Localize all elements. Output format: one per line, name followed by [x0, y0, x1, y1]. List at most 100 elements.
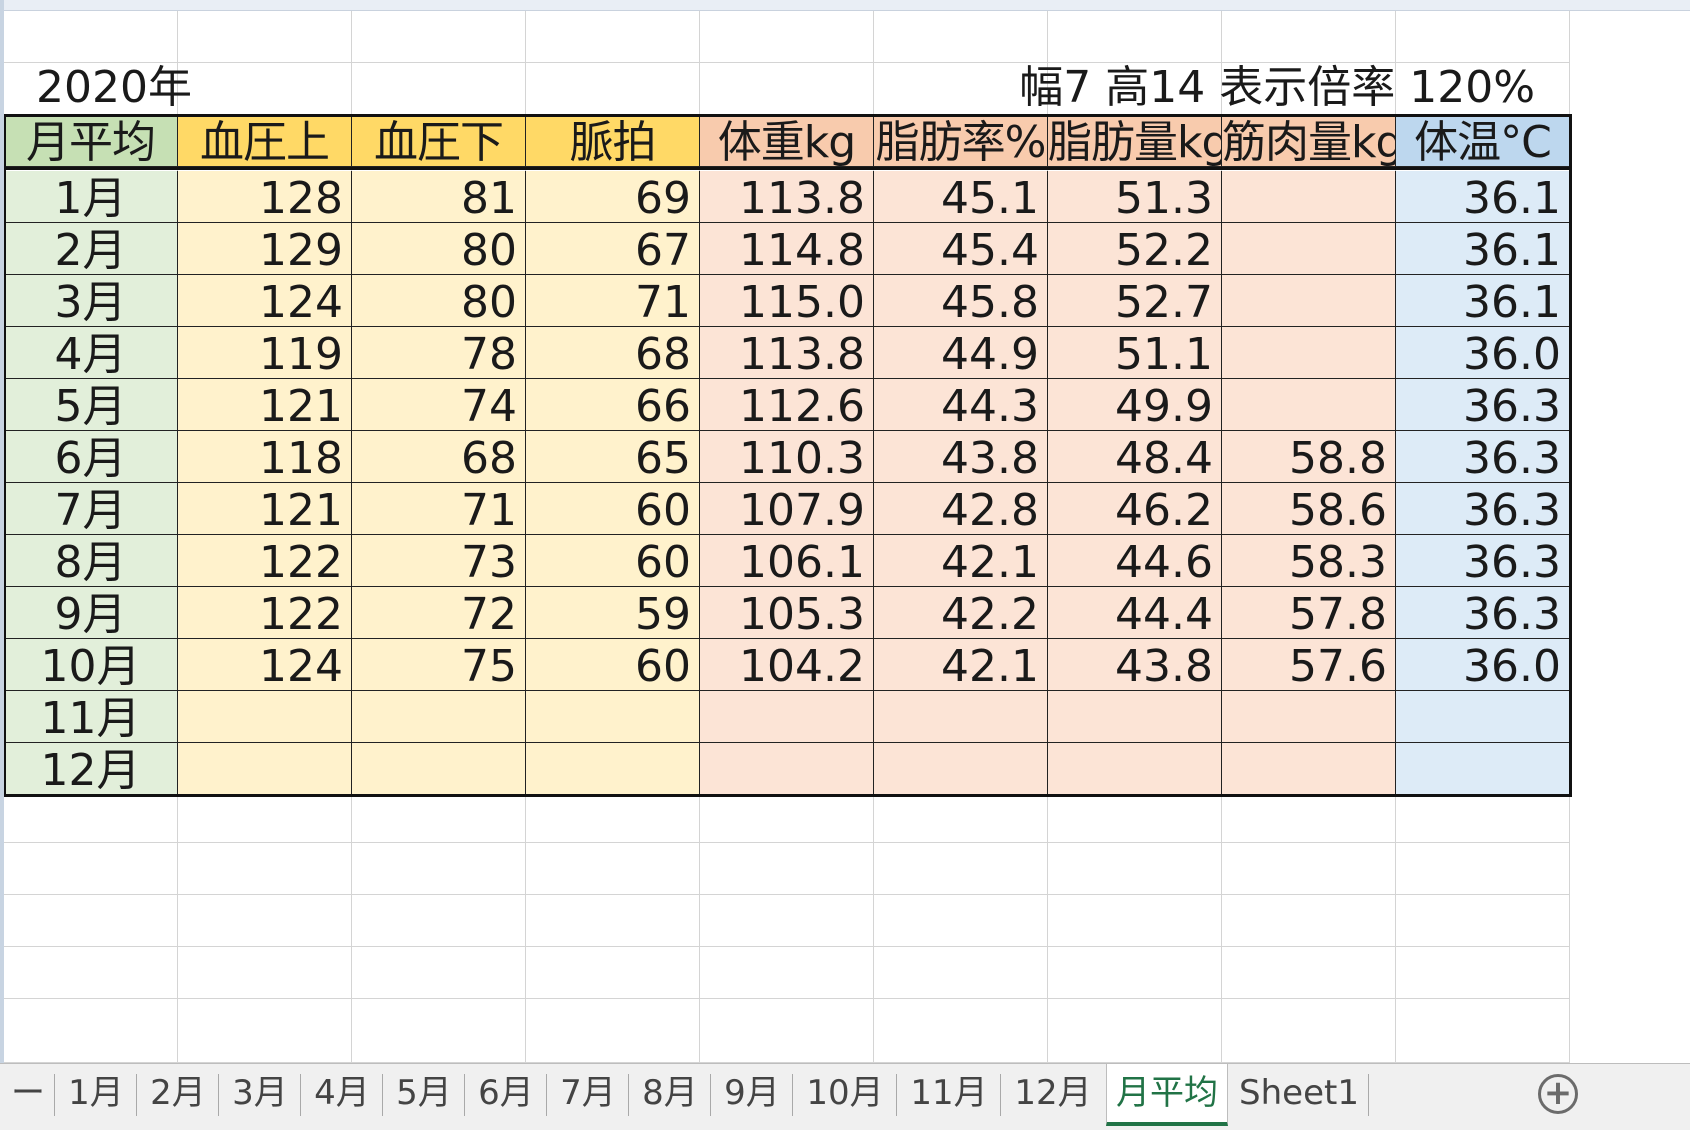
grid-cell[interactable]: [700, 843, 874, 895]
table-cell[interactable]: 73: [352, 535, 526, 587]
table-cell[interactable]: 124: [178, 275, 352, 327]
table-cell[interactable]: 48.4: [1048, 431, 1222, 483]
month-label-cell[interactable]: 7月: [4, 483, 178, 535]
table-cell[interactable]: 42.1: [874, 535, 1048, 587]
table-cell[interactable]: [1222, 223, 1396, 275]
table-cell[interactable]: 44.4: [1048, 587, 1222, 639]
month-label-cell[interactable]: 10月: [4, 639, 178, 691]
table-cell[interactable]: 51.1: [1048, 327, 1222, 379]
month-label-cell[interactable]: 6月: [4, 431, 178, 483]
table-cell[interactable]: 69: [526, 171, 700, 223]
table-cell[interactable]: 67: [526, 223, 700, 275]
grid-cell[interactable]: [1396, 10, 1570, 63]
table-cell[interactable]: 59: [526, 587, 700, 639]
table-cell[interactable]: 46.2: [1048, 483, 1222, 535]
month-label-cell[interactable]: 8月: [4, 535, 178, 587]
table-cell[interactable]: 45.1: [874, 171, 1048, 223]
grid-cell[interactable]: [1222, 843, 1396, 895]
table-cell[interactable]: [178, 743, 352, 795]
table-cell[interactable]: 104.2: [700, 639, 874, 691]
table-cell[interactable]: 113.8: [700, 327, 874, 379]
table-cell[interactable]: 36.3: [1396, 379, 1570, 431]
month-label-cell[interactable]: 3月: [4, 275, 178, 327]
grid-cell[interactable]: [1048, 895, 1222, 947]
table-cell[interactable]: 44.6: [1048, 535, 1222, 587]
grid-cell[interactable]: [4, 895, 178, 947]
month-label-cell[interactable]: 12月: [4, 743, 178, 795]
grid-cell[interactable]: [526, 947, 700, 999]
table-cell[interactable]: 36.3: [1396, 535, 1570, 587]
table-cell[interactable]: 71: [352, 483, 526, 535]
table-cell[interactable]: 44.9: [874, 327, 1048, 379]
grid-cell[interactable]: [874, 999, 1048, 1063]
table-cell[interactable]: 78: [352, 327, 526, 379]
table-cell[interactable]: 43.8: [874, 431, 1048, 483]
table-cell[interactable]: 118: [178, 431, 352, 483]
grid-cell[interactable]: [874, 895, 1048, 947]
header-fat-rate[interactable]: 脂肪率%: [874, 115, 1048, 167]
table-cell[interactable]: 60: [526, 639, 700, 691]
sheet-tab[interactable]: 3月: [220, 1064, 300, 1126]
grid-cell[interactable]: [1048, 843, 1222, 895]
grid-cell[interactable]: [1222, 895, 1396, 947]
table-cell[interactable]: 75: [352, 639, 526, 691]
grid-cell[interactable]: [1396, 895, 1570, 947]
grid-cell[interactable]: [352, 63, 526, 115]
table-cell[interactable]: 42.1: [874, 639, 1048, 691]
table-cell[interactable]: 74: [352, 379, 526, 431]
table-cell[interactable]: [1048, 743, 1222, 795]
table-cell[interactable]: 128: [178, 171, 352, 223]
header-pulse[interactable]: 脈拍: [526, 115, 700, 167]
table-cell[interactable]: [1222, 171, 1396, 223]
table-cell[interactable]: 124: [178, 639, 352, 691]
table-cell[interactable]: 107.9: [700, 483, 874, 535]
table-cell[interactable]: [1222, 379, 1396, 431]
header-weight[interactable]: 体重kg: [700, 115, 874, 167]
grid-cell[interactable]: [352, 999, 526, 1063]
header-fat-mass[interactable]: 脂肪量kg: [1048, 115, 1222, 167]
grid-cell[interactable]: [700, 63, 874, 115]
info-label[interactable]: 幅7 高14 表示倍率 120%: [1019, 60, 1535, 116]
table-cell[interactable]: 45.8: [874, 275, 1048, 327]
month-label-cell[interactable]: 5月: [4, 379, 178, 431]
spreadsheet-grid[interactable]: 月平均 血圧上 血圧下 脈拍 体重kg 脂肪率% 脂肪量kg 筋肉量kg 体温°C 1月 128 81…: [0, 0, 1690, 1063]
table-cell[interactable]: 129: [178, 223, 352, 275]
table-cell[interactable]: 36.1: [1396, 171, 1570, 223]
sheet-tab[interactable]: 1月: [56, 1064, 136, 1126]
table-cell[interactable]: [352, 691, 526, 743]
grid-cell[interactable]: [178, 895, 352, 947]
sheet-tab-active[interactable]: 月平均: [1106, 1064, 1228, 1126]
table-cell[interactable]: 58.6: [1222, 483, 1396, 535]
grid-cell[interactable]: [1222, 999, 1396, 1063]
table-cell[interactable]: 42.8: [874, 483, 1048, 535]
sheet-tab[interactable]: 5月: [384, 1064, 464, 1126]
grid-cell[interactable]: [1222, 791, 1396, 843]
sheet-tab[interactable]: ー: [2, 1064, 54, 1126]
table-cell[interactable]: [526, 743, 700, 795]
table-cell[interactable]: 80: [352, 223, 526, 275]
grid-cell[interactable]: [526, 895, 700, 947]
month-label-cell[interactable]: 9月: [4, 587, 178, 639]
year-label[interactable]: 2020年: [36, 60, 192, 116]
table-cell[interactable]: 81: [352, 171, 526, 223]
table-cell[interactable]: 36.3: [1396, 587, 1570, 639]
table-cell[interactable]: 36.1: [1396, 275, 1570, 327]
grid-cell[interactable]: [4, 999, 178, 1063]
table-cell[interactable]: [1222, 327, 1396, 379]
grid-cell[interactable]: [700, 791, 874, 843]
grid-cell[interactable]: [178, 791, 352, 843]
table-cell[interactable]: 36.0: [1396, 327, 1570, 379]
grid-cell[interactable]: [526, 999, 700, 1063]
grid-cell[interactable]: [700, 10, 874, 63]
grid-cell[interactable]: [700, 947, 874, 999]
table-cell[interactable]: 52.2: [1048, 223, 1222, 275]
table-cell[interactable]: [874, 743, 1048, 795]
sheet-tab[interactable]: 12月: [1002, 1064, 1104, 1126]
grid-cell[interactable]: [1396, 999, 1570, 1063]
table-cell[interactable]: 36.3: [1396, 483, 1570, 535]
sheet-tab[interactable]: 8月: [630, 1064, 710, 1126]
table-cell[interactable]: [1222, 275, 1396, 327]
table-cell[interactable]: 66: [526, 379, 700, 431]
grid-cell[interactable]: [874, 843, 1048, 895]
table-cell[interactable]: [1396, 743, 1570, 795]
